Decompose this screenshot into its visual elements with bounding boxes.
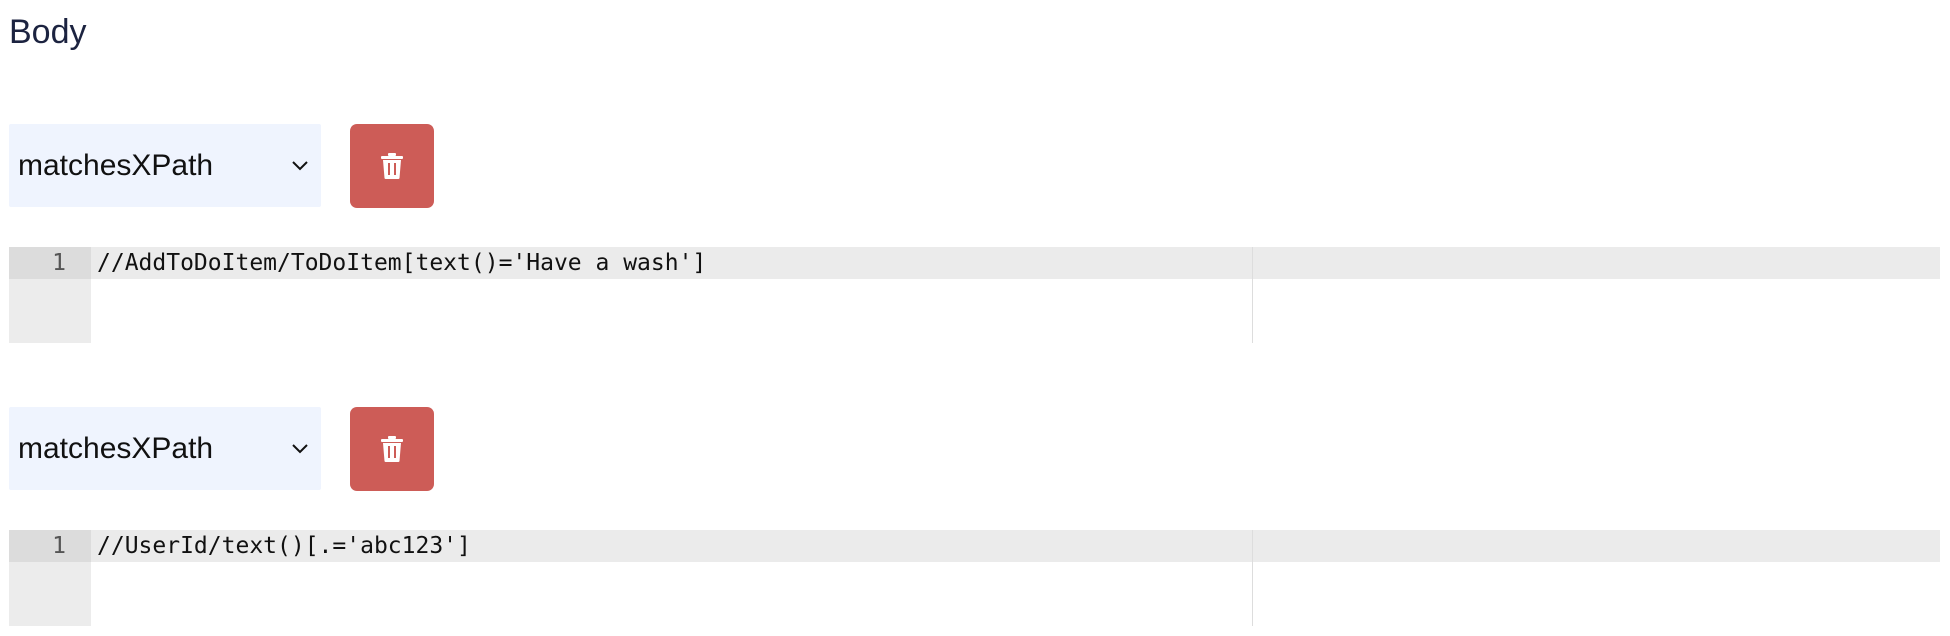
chevron-down-icon bbox=[292, 161, 308, 171]
xpath-code-editor[interactable]: 1 //AddToDoItem/ToDoItem[text()='Have a … bbox=[9, 247, 1940, 343]
chevron-down-icon bbox=[292, 444, 308, 454]
section-title: Body bbox=[9, 13, 87, 51]
line-number: 1 bbox=[52, 533, 66, 559]
trash-icon bbox=[381, 153, 403, 179]
print-margin bbox=[1252, 247, 1253, 343]
matcher-type-value: matchesXPath bbox=[18, 149, 214, 182]
trash-icon bbox=[381, 436, 403, 462]
delete-matcher-button[interactable] bbox=[350, 124, 434, 208]
print-margin bbox=[1252, 530, 1253, 626]
line-number: 1 bbox=[52, 250, 66, 276]
delete-matcher-button[interactable] bbox=[350, 407, 434, 491]
body-matchers-panel: Body matchesXPath 1 //AddToDoItem/ToDoIt… bbox=[0, 0, 1950, 636]
code-line[interactable]: //UserId/text()[.='abc123'] bbox=[97, 530, 471, 562]
matcher-type-select[interactable]: matchesXPath bbox=[9, 407, 321, 490]
matcher-type-select[interactable]: matchesXPath bbox=[9, 124, 321, 207]
code-line[interactable]: //AddToDoItem/ToDoItem[text()='Have a wa… bbox=[97, 247, 706, 279]
xpath-code-editor[interactable]: 1 //UserId/text()[.='abc123'] bbox=[9, 530, 1940, 626]
matcher-type-value: matchesXPath bbox=[18, 432, 214, 465]
